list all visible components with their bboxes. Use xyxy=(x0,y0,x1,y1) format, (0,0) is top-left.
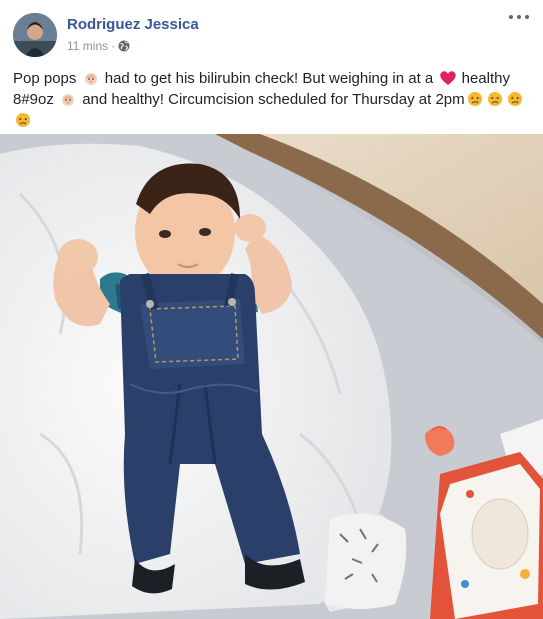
author-name[interactable]: Rodriguez Jessica xyxy=(67,16,199,33)
post-meta: 11 mins · xyxy=(67,39,130,53)
baby-emoji-icon xyxy=(60,91,76,107)
globe-icon[interactable] xyxy=(118,40,130,52)
crying-face-emoji-icon xyxy=(507,91,523,107)
post-text-part-4: and healthy! Circumcision scheduled for … xyxy=(82,91,465,108)
meta-separator: · xyxy=(111,39,116,53)
crying-face-emoji-icon xyxy=(15,112,31,128)
crying-face-emoji-icon xyxy=(467,91,483,107)
more-options-icon[interactable] xyxy=(509,11,529,23)
post-photo[interactable] xyxy=(0,134,543,619)
baby-emoji-icon xyxy=(83,70,99,86)
heart-emoji-icon xyxy=(439,70,457,86)
avatar[interactable] xyxy=(13,13,57,57)
post-text-part-1: Pop pops xyxy=(13,70,77,87)
post-header: Rodriguez Jessica 11 mins · xyxy=(0,0,543,64)
post-text: Pop pops had to get his bilirubin check!… xyxy=(13,68,533,131)
crying-face-emoji-icon xyxy=(487,91,503,107)
post-text-part-2: had to get his bilirubin check! But weig… xyxy=(104,70,434,87)
post-time[interactable]: 11 mins xyxy=(67,39,108,53)
